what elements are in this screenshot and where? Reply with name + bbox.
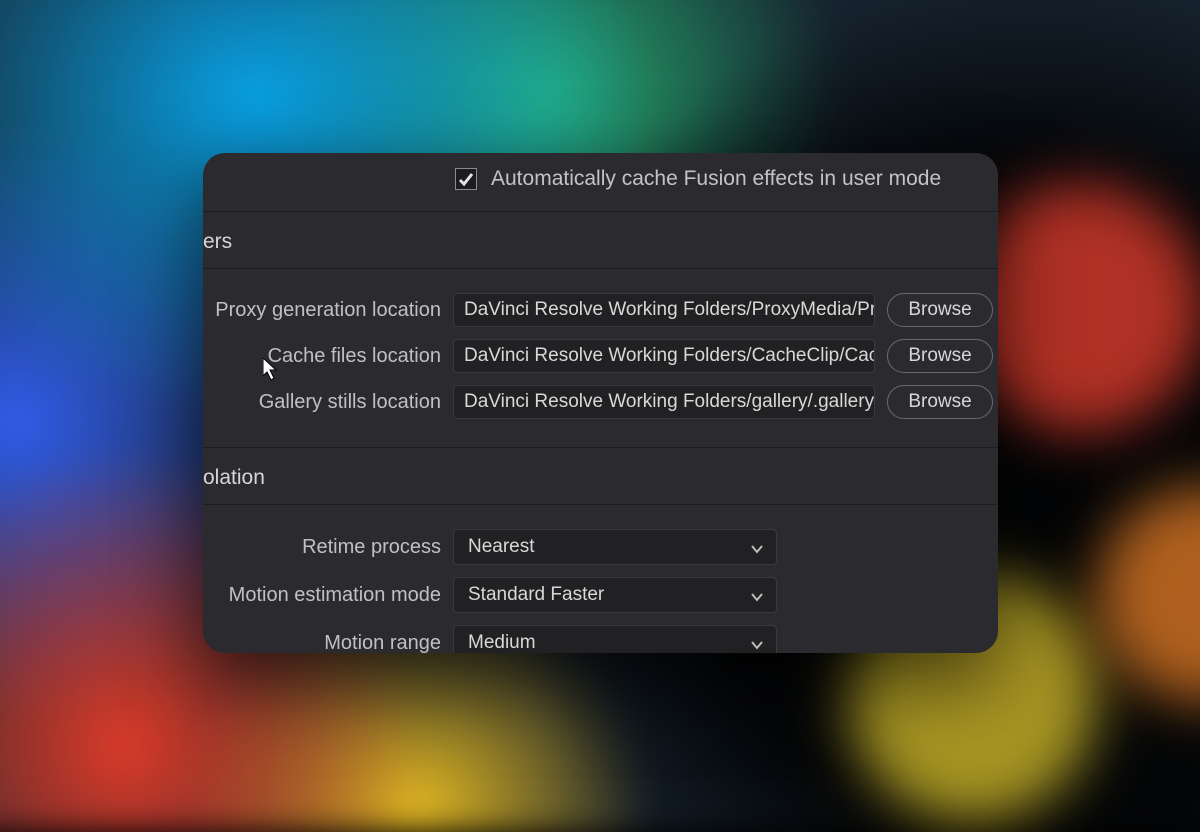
cache-files-location-input[interactable]: DaVinci Resolve Working Folders/CacheCli… [453,339,875,373]
motion-estimation-label: Motion estimation mode [203,584,441,607]
project-settings-panel: Automatically cache Fusion effects in us… [203,153,998,653]
motion-estimation-value: Standard Faster [468,584,604,606]
gallery-stills-location-input[interactable]: DaVinci Resolve Working Folders/gallery/… [453,385,875,419]
proxy-location-label: Proxy generation location [203,299,441,322]
retime-process-select[interactable]: Nearest [453,529,777,565]
working-folders-heading: ers [203,212,998,269]
retime-process-label: Retime process [203,536,441,559]
motion-range-label: Motion range [203,632,441,654]
frame-interpolation-heading: olation [203,448,998,505]
auto-cache-fusion-checkbox[interactable] [455,168,477,190]
retime-process-value: Nearest [468,536,535,558]
gallery-stills-location-browse-button[interactable]: Browse [887,385,993,419]
proxy-location-input[interactable]: DaVinci Resolve Working Folders/ProxyMed… [453,293,875,327]
gallery-stills-location-label: Gallery stills location [203,391,441,414]
motion-range-select[interactable]: Medium [453,625,777,653]
chevron-down-icon [750,540,764,554]
chevron-down-icon [750,636,764,650]
motion-estimation-select[interactable]: Standard Faster [453,577,777,613]
chevron-down-icon [750,588,764,602]
auto-cache-fusion-label: Automatically cache Fusion effects in us… [491,167,941,191]
cache-files-location-label: Cache files location [203,345,441,368]
proxy-location-browse-button[interactable]: Browse [887,293,993,327]
check-icon [458,171,474,187]
cache-files-location-browse-button[interactable]: Browse [887,339,993,373]
wallpaper-accent [1097,486,1200,702]
motion-range-value: Medium [468,632,536,653]
